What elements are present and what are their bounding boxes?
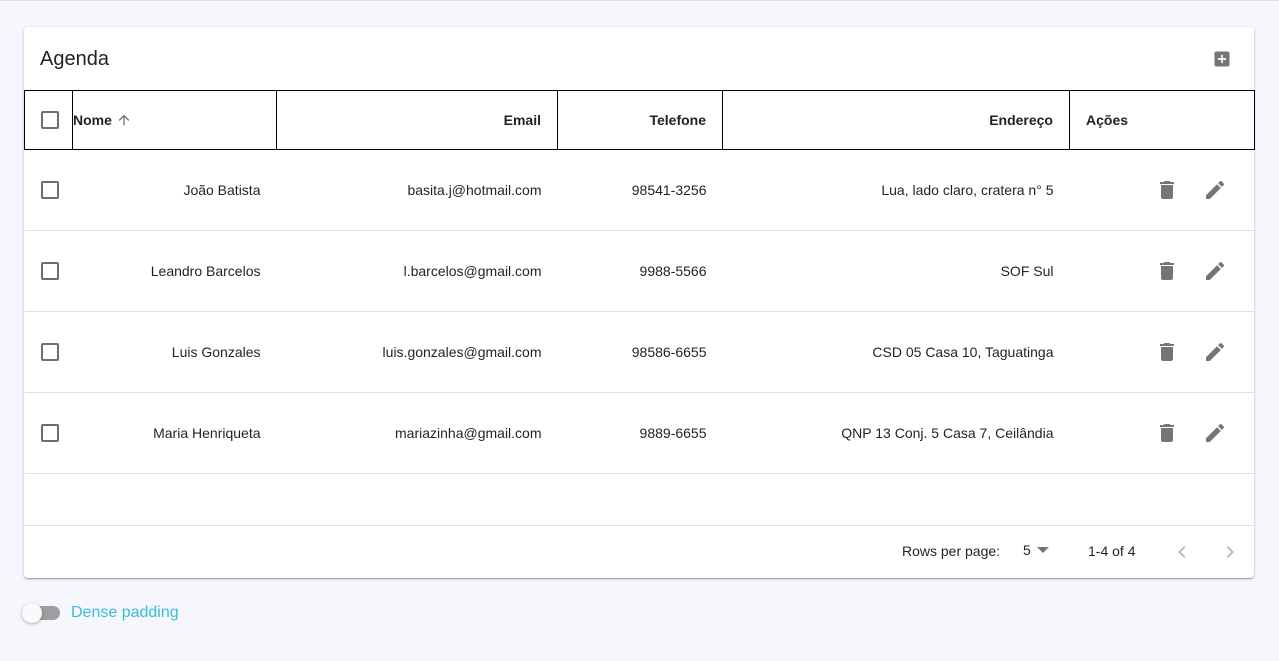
cell-endereco: CSD 05 Casa 10, Taguatinga (872, 344, 1054, 360)
table-row[interactable]: João Batista basita.j@hotmail.com 98541-… (24, 150, 1255, 231)
cell-email: basita.j@hotmail.com (407, 182, 542, 198)
rows-per-page-select[interactable]: 5 (1023, 542, 1049, 558)
trash-icon (1159, 181, 1174, 199)
dense-padding-switch[interactable] (22, 602, 60, 624)
trash-icon (1159, 262, 1174, 280)
cell-endereco: Lua, lado claro, cratera n° 5 (881, 182, 1054, 198)
previous-page-button[interactable] (1170, 540, 1194, 567)
cell-email: mariazinha@gmail.com (395, 425, 542, 441)
edit-button[interactable] (1205, 340, 1225, 364)
dropdown-arrow-icon (1036, 547, 1049, 553)
pencil-icon (1205, 180, 1224, 199)
cell-email: l.barcelos@gmail.com (403, 263, 542, 279)
row-checkbox[interactable] (40, 424, 59, 443)
chevron-right-icon (1226, 546, 1234, 558)
dense-padding-control: Dense padding (22, 602, 179, 624)
chevron-left-icon (1178, 546, 1186, 558)
header-nome[interactable]: Nome (72, 90, 277, 150)
header-email[interactable]: Email (276, 90, 558, 150)
row-checkbox[interactable] (40, 262, 59, 281)
cell-email: luis.gonzales@gmail.com (382, 344, 542, 360)
cell-acoes (1070, 150, 1255, 231)
rows-per-page-value: 5 (1023, 542, 1031, 558)
delete-button[interactable] (1157, 178, 1177, 202)
top-divider (0, 0, 1279, 1)
cell-nome: Luis Gonzales (171, 344, 261, 360)
page-title: Agenda (40, 48, 109, 70)
table-row[interactable]: Leandro Barcelos l.barcelos@gmail.com 99… (24, 231, 1255, 312)
cell-nome: João Batista (183, 182, 261, 198)
edit-button[interactable] (1205, 421, 1225, 445)
header-endereco[interactable]: Endereço (722, 90, 1070, 150)
cell-acoes (1070, 393, 1255, 474)
delete-button[interactable] (1157, 340, 1177, 364)
rows-per-page-label: Rows per page: (902, 543, 1001, 559)
table-row[interactable]: Luis Gonzales luis.gonzales@gmail.com 98… (24, 312, 1255, 393)
table-pagination: Rows per page: 5 1-4 of 4 (24, 526, 1254, 578)
edit-button[interactable] (1205, 259, 1225, 283)
cell-telefone: 9889-6655 (639, 425, 707, 441)
dense-padding-label[interactable]: Dense padding (71, 604, 179, 622)
cell-endereco: QNP 13 Conj. 5 Casa 7, Ceilândia (841, 425, 1054, 441)
pencil-icon (1205, 423, 1224, 442)
cell-telefone: 98586-6655 (631, 344, 707, 360)
row-checkbox[interactable] (40, 343, 59, 362)
cell-endereco: SOF Sul (1000, 263, 1054, 279)
add-button[interactable] (1208, 45, 1236, 73)
pagination-range: 1-4 of 4 (1088, 543, 1136, 559)
cell-acoes (1070, 231, 1255, 312)
row-checkbox[interactable] (40, 181, 59, 200)
edit-button[interactable] (1205, 178, 1225, 202)
cell-acoes (1070, 312, 1255, 393)
header-nome-label: Nome (73, 112, 112, 128)
cell-telefone: 98541-3256 (631, 182, 707, 198)
cell-nome: Leandro Barcelos (150, 263, 261, 279)
switch-thumb (22, 603, 42, 623)
pencil-icon (1205, 342, 1224, 361)
arrow-upward-icon (118, 114, 130, 126)
agenda-table: Nome Email Telefone Endereço Ações João … (24, 90, 1255, 474)
cell-nome: Maria Henriqueta (153, 425, 261, 441)
trash-icon (1159, 343, 1174, 361)
table-row[interactable]: Maria Henriqueta mariazinha@gmail.com 98… (24, 393, 1255, 474)
add-box-icon (1214, 51, 1230, 67)
pencil-icon (1205, 261, 1224, 280)
header-telefone[interactable]: Telefone (557, 90, 723, 150)
select-all-checkbox[interactable] (41, 111, 59, 130)
header-acoes: Ações (1069, 90, 1255, 150)
empty-row-filler (24, 473, 1254, 526)
delete-button[interactable] (1157, 259, 1177, 283)
agenda-table-card: Agenda Nome Email Telefone Endereço Açõe… (24, 27, 1255, 578)
delete-button[interactable] (1157, 421, 1177, 445)
table-header-row: Nome Email Telefone Endereço Ações (24, 90, 1255, 150)
trash-icon (1159, 424, 1174, 442)
table-toolbar: Agenda (24, 27, 1254, 90)
select-all-cell (24, 90, 73, 150)
cell-telefone: 9988-5566 (639, 263, 707, 279)
next-page-button[interactable] (1218, 540, 1242, 567)
